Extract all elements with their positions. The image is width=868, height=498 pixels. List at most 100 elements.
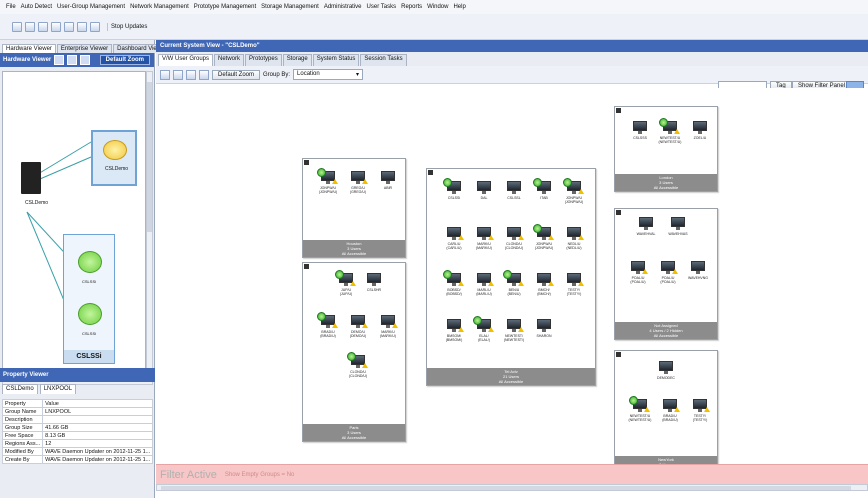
workstation-node[interactable]: NEDL/U (NEDL/U) bbox=[561, 227, 587, 250]
workstation-node[interactable]: POAL/U (POAL/U) bbox=[655, 261, 681, 284]
system-view-canvas[interactable]: JONPW/U (JONPW/U) GREG/U (GREG/U) ABIR Housto… bbox=[156, 88, 868, 490]
table-row[interactable]: Group Name LNXPOOL bbox=[1, 407, 154, 416]
workstation-node[interactable]: NEWTEST/U (NEWTEST/U) bbox=[657, 118, 683, 144]
workstation-node[interactable]: DAL bbox=[471, 181, 497, 200]
collapse-icon[interactable] bbox=[616, 352, 621, 357]
workstation-node[interactable]: JONPW/U (JONPW/U) bbox=[561, 178, 587, 204]
stop-updates-button[interactable]: Stop Updates bbox=[107, 22, 150, 31]
zoom-out-icon[interactable] bbox=[186, 69, 196, 80]
table-row[interactable]: Group Size 41.66 GB bbox=[1, 423, 154, 432]
toolbar-storage-icon[interactable] bbox=[77, 21, 87, 32]
workstation-node[interactable]: BOBSD/(BOBSD/) bbox=[441, 270, 467, 296]
zoom-fit-icon[interactable] bbox=[199, 69, 209, 80]
collapse-icon[interactable] bbox=[304, 264, 309, 269]
table-row[interactable]: Modified By WAVE Daemon Updater on 2012-1… bbox=[1, 447, 154, 456]
hw-vertical-scrollbar[interactable] bbox=[146, 71, 153, 379]
group-by-select[interactable]: Location ▾ bbox=[293, 69, 364, 80]
workstation-node[interactable]: ABIR bbox=[375, 171, 401, 190]
workstation-node[interactable]: BMSOM/(BMSOM/) bbox=[441, 319, 467, 342]
workstation-node[interactable]: CLOND/U (CLOND/U) bbox=[345, 352, 371, 378]
workstation-node[interactable]: JONPW/U (JONPW/U) bbox=[315, 168, 341, 194]
workstation-node[interactable]: BEN/U (BEN/U) bbox=[501, 270, 527, 296]
default-zoom-button[interactable]: Default Zoom bbox=[212, 69, 261, 80]
menu-item[interactable]: Administrative bbox=[324, 4, 362, 10]
main-tab[interactable]: Session Tasks bbox=[360, 54, 407, 66]
zoom-in-icon[interactable] bbox=[173, 69, 183, 80]
table-row[interactable]: Free Space 8.13 GB bbox=[1, 431, 154, 440]
workstation-node[interactable]: GREG/U (GREG/U) bbox=[345, 171, 371, 194]
workstation-node[interactable]: NEWTEST/U (NEWTEST/U) bbox=[627, 396, 653, 422]
workstation-node[interactable]: TESTY/(TESTY/) bbox=[687, 399, 713, 422]
workstation-node[interactable]: CLOND/U (CLOND/U) bbox=[501, 227, 527, 250]
workstation-node[interactable]: TESTY/(TESTY/) bbox=[561, 273, 587, 296]
menu-item[interactable]: Help bbox=[453, 4, 465, 10]
main-horizontal-scrollbar[interactable] bbox=[156, 484, 868, 491]
workstation-node[interactable]: BRAD/U (BRAD/U) bbox=[657, 399, 683, 422]
hardware-canvas[interactable]: CSLDemo CSLDemo CSLSSi CSLSSi CSLSSi bbox=[2, 71, 146, 379]
user-group-box[interactable]: JONPW/U (JONPW/U) GREG/U (GREG/U) ABIR Housto… bbox=[302, 158, 406, 258]
table-row[interactable]: Create By WAVE Daemon Updater on 2012-11-… bbox=[1, 455, 154, 464]
user-group-box[interactable]: DEMODEC NEWTEST/U (NEWTEST/U) BRAD/U (BRAD/U… bbox=[614, 350, 718, 474]
workstation-node[interactable]: WAVEHVAL bbox=[633, 217, 659, 236]
workstation-node[interactable]: CSLSSL bbox=[501, 181, 527, 200]
workstation-node[interactable]: JUP/U (JUP/U) bbox=[333, 270, 359, 296]
menu-item[interactable]: User Tasks bbox=[367, 4, 397, 10]
menu-item[interactable]: Window bbox=[427, 4, 448, 10]
collapse-icon[interactable] bbox=[304, 160, 309, 165]
workstation-node[interactable]: BRAD/U (BRAD/U) bbox=[315, 312, 341, 338]
tab-enterprise-viewer[interactable]: Enterprise Viewer bbox=[56, 44, 113, 53]
menu-item[interactable]: Auto Detect bbox=[21, 4, 52, 10]
tab-lnxpool[interactable]: LNXPOOL bbox=[39, 384, 77, 394]
main-tab[interactable]: Storage bbox=[282, 54, 312, 66]
workstation-node[interactable]: ZOEL/U bbox=[687, 121, 713, 140]
table-row[interactable]: Description bbox=[1, 415, 154, 424]
toolbar-grid-icon[interactable] bbox=[12, 21, 22, 32]
menu-item[interactable]: Storage Management bbox=[261, 4, 319, 10]
tab-hardware-viewer[interactable]: Hardware Viewer bbox=[2, 44, 56, 53]
workstation-node[interactable]: DEMO/U (DEMO/U) bbox=[345, 315, 371, 338]
workstation-node[interactable]: ITAB bbox=[531, 178, 557, 200]
workstation-node[interactable]: NEWTEST/(NEWTEST/) bbox=[501, 319, 527, 342]
workstation-node[interactable]: BMCH/(BMCH/) bbox=[531, 273, 557, 296]
workstation-node[interactable]: CARL/U (CARL/U) bbox=[441, 227, 467, 250]
user-group-box[interactable]: CSLSSi DAL CSLSSL ITAB JONPW/U (JONPW/U) CARL/… bbox=[426, 168, 596, 386]
menu-item[interactable]: Network Management bbox=[130, 4, 189, 10]
main-tab[interactable]: Network bbox=[214, 54, 245, 66]
workstation-node[interactable]: POAL/U (POAL/U) bbox=[625, 261, 651, 284]
collapse-icon[interactable] bbox=[428, 170, 433, 175]
select-icon[interactable] bbox=[54, 55, 65, 65]
menu-item[interactable]: Reports bbox=[401, 4, 422, 10]
menu-item[interactable]: File bbox=[6, 4, 16, 10]
toolbar-user-icon[interactable] bbox=[38, 21, 48, 32]
hw-default-zoom-button[interactable]: Default Zoom bbox=[99, 55, 150, 65]
workstation-node[interactable]: CSLSSS bbox=[627, 121, 653, 140]
tab-csldemo[interactable]: CSLDemo bbox=[2, 384, 38, 394]
user-group-box[interactable]: CSLSSS NEWTEST/U (NEWTEST/U) ZOEL/U London 3 … bbox=[614, 106, 718, 192]
main-tab[interactable]: V/W User Groups bbox=[158, 54, 214, 66]
server-icon[interactable] bbox=[21, 162, 41, 194]
workstation-node[interactable]: WAVEHVNG bbox=[685, 261, 711, 280]
workstation-node[interactable]: CSLSSi bbox=[441, 178, 467, 200]
main-tab[interactable]: Prototypes bbox=[245, 54, 282, 66]
workstation-node[interactable]: JONPW/U (JONPW/U) bbox=[531, 224, 557, 250]
toolbar-config-icon[interactable] bbox=[90, 21, 100, 32]
workstation-node[interactable]: ELAL/(ELAL/) bbox=[471, 316, 497, 342]
workstation-node[interactable]: CSLSHR bbox=[361, 273, 387, 292]
hw-top-group[interactable]: CSLDemo bbox=[91, 130, 137, 186]
toolbar-edit-icon[interactable] bbox=[51, 21, 61, 32]
user-group-box[interactable]: JUP/U (JUP/U) CSLSHR BRAD/U (BRAD/U) DEMO/U (D… bbox=[302, 262, 406, 442]
user-group-box[interactable]: WAVEHVAL WAVEHVAS POAL/U (POAL/U) POAL/U (POA… bbox=[614, 208, 718, 340]
workstation-node[interactable]: WAVEHVAS bbox=[665, 217, 691, 236]
zoom-fit-icon[interactable] bbox=[80, 55, 91, 65]
workstation-node[interactable]: MARK/U (MARK/U) bbox=[375, 315, 401, 338]
zoom-in-icon[interactable] bbox=[67, 55, 78, 65]
collapse-icon[interactable] bbox=[616, 210, 621, 215]
table-row[interactable]: Regions Ass... 12 bbox=[1, 439, 154, 448]
select-icon[interactable] bbox=[160, 69, 170, 80]
menu-item[interactable]: Prototype Management bbox=[194, 4, 256, 10]
workstation-node[interactable]: DEMODEC bbox=[653, 361, 679, 380]
workstation-node[interactable]: MARK/U (MARK/U) bbox=[471, 227, 497, 250]
menu-item[interactable]: User-Group Management bbox=[57, 4, 125, 10]
toolbar-refresh-icon[interactable] bbox=[64, 21, 74, 32]
toolbar-save-icon[interactable] bbox=[25, 21, 35, 32]
